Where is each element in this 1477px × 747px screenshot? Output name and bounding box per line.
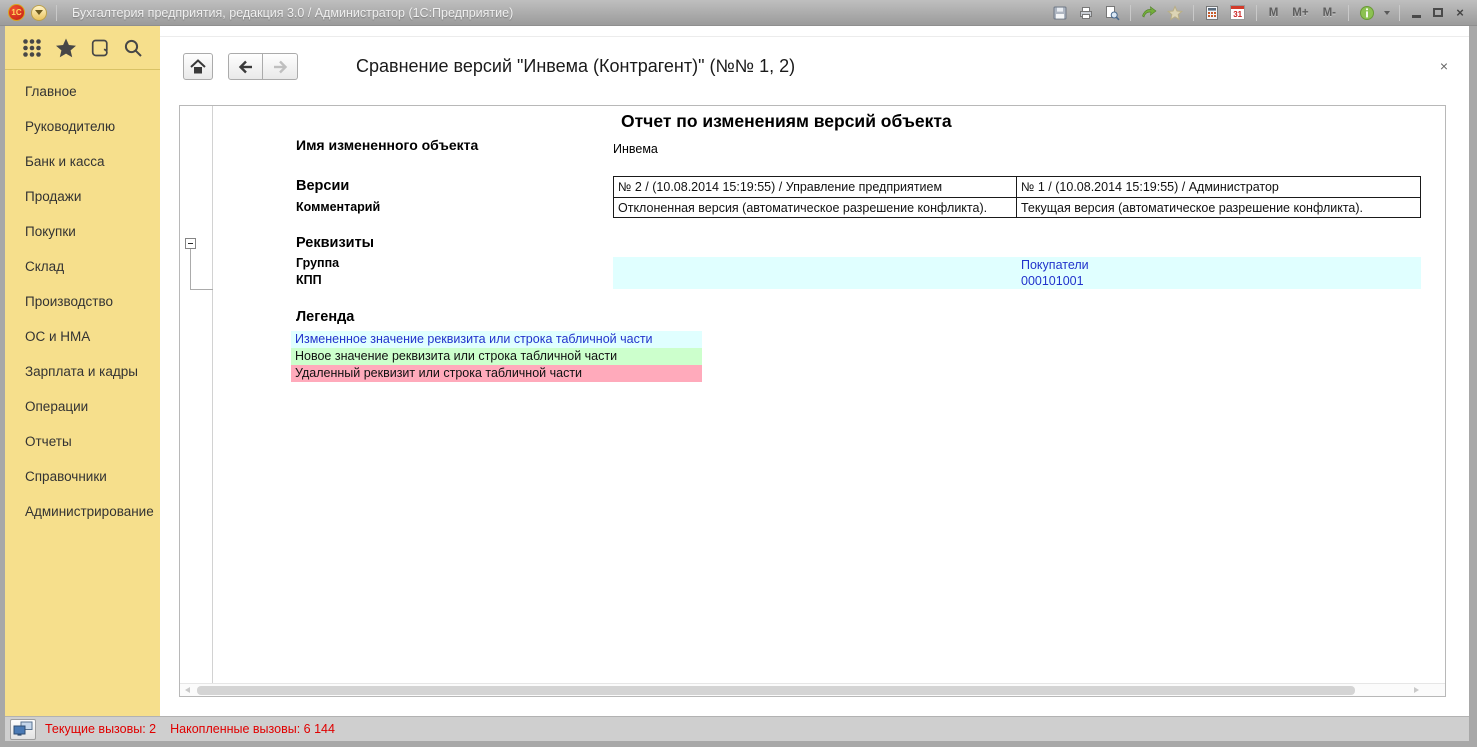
attributes-section-label: Реквизиты	[296, 235, 374, 251]
page-title: Сравнение версий "Инвема (Контрагент)" (…	[356, 56, 795, 77]
titlebar-separator	[1256, 5, 1257, 21]
favorites-star-icon[interactable]	[53, 35, 79, 61]
comment-label: Комментарий	[296, 200, 380, 214]
navigate-forward-icon[interactable]	[1138, 3, 1160, 23]
minimize-icon	[1412, 15, 1421, 18]
memory-recall-button[interactable]: M	[1264, 7, 1284, 19]
group-connector-line	[190, 289, 213, 290]
horizontal-scrollbar[interactable]	[180, 683, 1445, 696]
sidebar: Главное Руководителю Банк и касса Продаж…	[5, 26, 160, 716]
titlebar-separator	[1193, 5, 1194, 21]
sidebar-item-sklad[interactable]: Склад	[5, 249, 160, 284]
legend-item-deleted: Удаленный реквизит или строка табличной …	[291, 365, 702, 382]
arrow-right-icon	[271, 59, 289, 75]
performance-indicators: Текущие вызовы: 2 Накопленные вызовы: 6 1…	[45, 722, 335, 736]
home-icon	[189, 58, 207, 76]
accumulated-calls-text: Накопленные вызовы: 6 144	[170, 722, 335, 736]
sidebar-menu: Главное Руководителю Банк и касса Продаж…	[5, 70, 160, 529]
version-cell: № 1 / (10.08.2014 15:19:55) / Администра…	[1016, 177, 1420, 197]
attribute-label-group: Группа	[296, 256, 339, 270]
status-bar: Текущие вызовы: 2 Накопленные вызовы: 6 1…	[5, 716, 1469, 741]
sidebar-item-glavnoe[interactable]: Главное	[5, 74, 160, 109]
report-document: Отчет по изменениям версий объекта Имя и…	[179, 105, 1446, 697]
report-title: Отчет по изменениям версий объекта	[621, 111, 952, 132]
forward-button[interactable]	[263, 53, 298, 80]
versions-section-label: Версии	[296, 178, 349, 194]
history-nav-group	[228, 53, 298, 80]
changed-attributes-block: Покупатели 000101001	[613, 257, 1421, 289]
titlebar-separator	[1348, 5, 1349, 21]
titlebar-separator	[1130, 5, 1131, 21]
server-calls-button[interactable]	[10, 719, 36, 740]
back-button[interactable]	[228, 53, 263, 80]
main-area: Сравнение версий "Инвема (Контрагент)" (…	[160, 26, 1469, 716]
maximize-button[interactable]	[1429, 4, 1447, 22]
version-cell: № 2 / (10.08.2014 15:19:55) / Управление…	[614, 177, 1016, 197]
sidebar-item-pokupki[interactable]: Покупки	[5, 214, 160, 249]
attribute-value-group: Покупатели	[1021, 257, 1421, 273]
titlebar-separator	[1399, 5, 1400, 21]
window-title: Бухгалтерия предприятия, редакция 3.0 / …	[72, 6, 513, 20]
titlebar-separator	[56, 5, 57, 21]
scroll-right-icon[interactable]	[1414, 687, 1419, 693]
titlebar: 1С Бухгалтерия предприятия, редакция 3.0…	[0, 0, 1477, 26]
sidebar-item-spravochniki[interactable]: Справочники	[5, 459, 160, 494]
current-calls-text: Текущие вызовы: 2	[45, 722, 156, 736]
sidebar-toolbar	[5, 26, 160, 70]
print-preview-icon[interactable]	[1101, 3, 1123, 23]
minimize-button[interactable]	[1407, 4, 1425, 22]
sidebar-item-administrirovanie[interactable]: Администрирование	[5, 494, 160, 529]
sidebar-item-zarplata-i-kadry[interactable]: Зарплата и кадры	[5, 354, 160, 389]
legend-section-label: Легенда	[296, 309, 354, 325]
group-connector-line	[190, 249, 191, 289]
chevron-down-icon	[35, 10, 43, 15]
sidebar-item-bank-i-kassa[interactable]: Банк и касса	[5, 144, 160, 179]
form-close-button[interactable]: ×	[1435, 57, 1453, 75]
maximize-icon	[1433, 8, 1443, 17]
calendar-icon[interactable]: 31	[1227, 3, 1249, 23]
system-menu-button[interactable]	[31, 5, 47, 21]
calendar-header	[1231, 6, 1244, 9]
close-button[interactable]: ×	[1451, 4, 1469, 22]
monitors-icon	[13, 721, 33, 737]
sidebar-item-operacii[interactable]: Операции	[5, 389, 160, 424]
version-comment-cell: Отклоненная версия (автоматическое разре…	[614, 197, 1016, 217]
collapse-group-toggle[interactable]	[185, 238, 196, 249]
legend: Измененное значение реквизита или строка…	[291, 331, 702, 382]
legend-item-new: Новое значение реквизита или строка табл…	[291, 348, 702, 365]
grouping-gutter	[180, 106, 213, 684]
version-comment-cell: Текущая версия (автоматическое разрешени…	[1016, 197, 1420, 217]
changed-attributes-old-column	[613, 257, 1015, 289]
sidebar-item-otchety[interactable]: Отчеты	[5, 424, 160, 459]
versions-table: № 2 / (10.08.2014 15:19:55) / Управление…	[613, 176, 1421, 218]
memory-minus-button[interactable]: M-	[1318, 7, 1341, 19]
info-dropdown-icon[interactable]	[1384, 11, 1390, 15]
object-name-value: Инвема	[613, 142, 658, 156]
sidebar-item-prodazhi[interactable]: Продажи	[5, 179, 160, 214]
sidebar-item-os-i-nma[interactable]: ОС и НМА	[5, 319, 160, 354]
scroll-left-icon[interactable]	[185, 687, 190, 693]
print-icon[interactable]	[1075, 3, 1097, 23]
attribute-value-kpp: 000101001	[1021, 273, 1421, 289]
info-icon[interactable]	[1356, 3, 1378, 23]
save-icon[interactable]	[1049, 3, 1071, 23]
home-button[interactable]	[183, 53, 213, 80]
1c-logo-icon: 1С	[8, 4, 25, 21]
titlebar-toolbar: 31 M M+ M- ×	[1049, 3, 1469, 23]
arrow-left-icon	[237, 59, 255, 75]
favorites-icon[interactable]	[1164, 3, 1186, 23]
history-icon[interactable]	[86, 35, 112, 61]
legend-item-changed: Измененное значение реквизита или строка…	[291, 331, 702, 348]
memory-plus-button[interactable]: M+	[1287, 7, 1313, 19]
attribute-label-kpp: КПП	[296, 273, 322, 287]
sidebar-item-proizvodstvo[interactable]: Производство	[5, 284, 160, 319]
changed-attributes-new-column: Покупатели 000101001	[1015, 257, 1421, 289]
scrollbar-thumb[interactable]	[197, 686, 1355, 695]
calculator-icon[interactable]	[1201, 3, 1223, 23]
object-name-label: Имя измененного объекта	[296, 137, 478, 153]
search-icon[interactable]	[120, 35, 146, 61]
sidebar-item-rukovoditelyu[interactable]: Руководителю	[5, 109, 160, 144]
menu-grid-icon[interactable]	[19, 35, 45, 61]
